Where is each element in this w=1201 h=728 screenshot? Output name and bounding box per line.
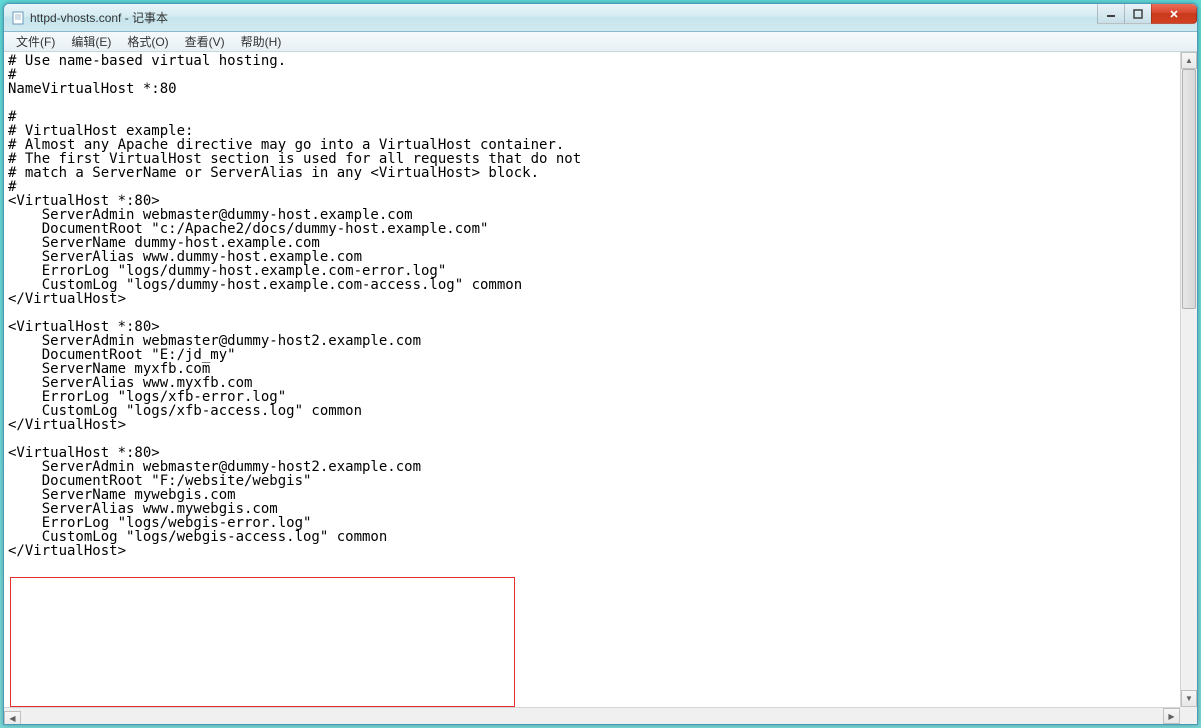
menu-format[interactable]: 格式(O) <box>119 31 176 52</box>
title-bar[interactable]: httpd-vhosts.conf - 记事本 <box>4 4 1197 32</box>
window-frame: httpd-vhosts.conf - 记事本 文件(F) 编辑(E) 格式(O… <box>3 3 1198 725</box>
menu-file[interactable]: 文件(F) <box>8 31 63 52</box>
menu-bar: 文件(F) 编辑(E) 格式(O) 查看(V) 帮助(H) <box>4 32 1197 52</box>
scroll-left-icon[interactable]: ◀ <box>4 711 21 725</box>
notepad-icon <box>10 10 26 26</box>
scroll-right-icon[interactable]: ▶ <box>1163 708 1180 724</box>
maximize-button[interactable] <box>1124 4 1152 24</box>
vertical-scrollbar[interactable]: ▲ ▼ <box>1180 52 1197 707</box>
content-area: # Use name-based virtual hosting. # Name… <box>4 52 1197 724</box>
window-title: httpd-vhosts.conf - 记事本 <box>30 9 168 26</box>
window-controls <box>1098 4 1197 24</box>
horizontal-scrollbar[interactable]: ◀ ▶ <box>4 707 1180 724</box>
text-editor[interactable]: # Use name-based virtual hosting. # Name… <box>4 52 1180 707</box>
menu-view[interactable]: 查看(V) <box>177 31 233 52</box>
close-button[interactable] <box>1151 4 1197 24</box>
scroll-thumb-vertical[interactable] <box>1182 69 1196 309</box>
menu-edit[interactable]: 编辑(E) <box>63 31 119 52</box>
menu-help[interactable]: 帮助(H) <box>233 31 290 52</box>
minimize-button[interactable] <box>1097 4 1125 24</box>
scroll-up-icon[interactable]: ▲ <box>1181 52 1197 69</box>
scroll-corner <box>1180 707 1197 724</box>
scroll-down-icon[interactable]: ▼ <box>1181 690 1197 707</box>
